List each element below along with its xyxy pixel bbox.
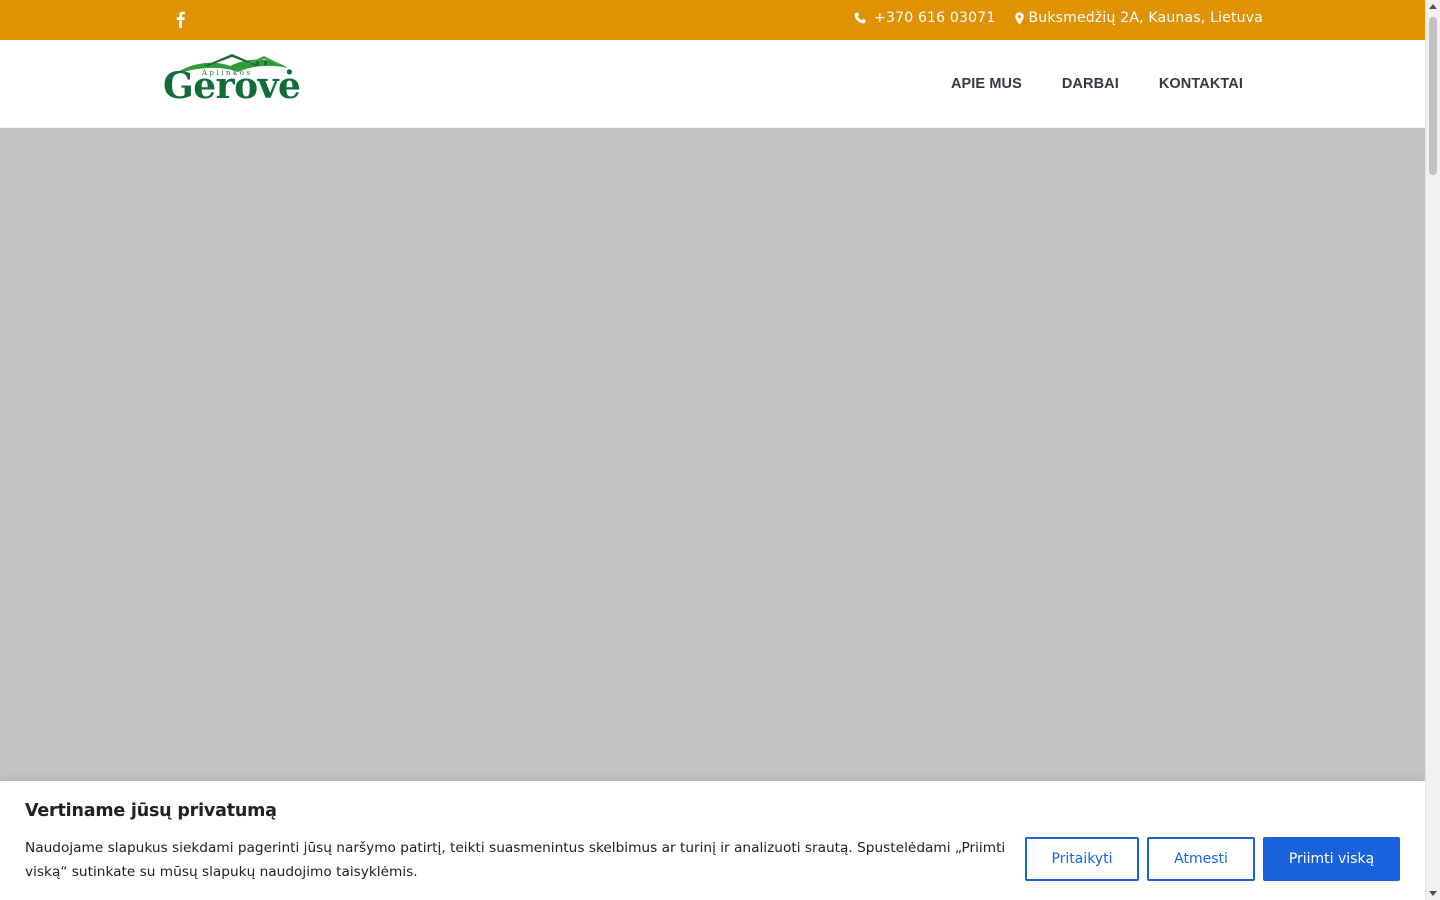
nav-item-kontaktai[interactable]: KONTAKTAI xyxy=(1159,76,1243,92)
facebook-icon[interactable] xyxy=(172,9,190,29)
top-bar: +370 616 03071 Buksmedžių 2A, Kaunas, Li… xyxy=(0,0,1425,40)
scrollbar-thumb[interactable] xyxy=(1429,17,1437,175)
cookie-banner: Vertiname jūsų privatumą Naudojame slapu… xyxy=(0,781,1425,900)
phone-contact[interactable]: +370 616 03071 xyxy=(854,10,995,26)
page-scrollbar[interactable] xyxy=(1425,0,1440,900)
map-pin-icon xyxy=(1015,11,1025,25)
accept-all-button[interactable]: Priimti viską xyxy=(1263,837,1400,881)
customize-button[interactable]: Pritaikyti xyxy=(1025,837,1139,881)
scroll-up-arrow-icon[interactable] xyxy=(1429,4,1437,9)
cookie-banner-text: Naudojame slapukus siekdami pagerinti jū… xyxy=(25,840,1006,880)
site-header: Aplinkos Gerovė APIE MUS DARBAI KONTAKTA… xyxy=(0,40,1425,128)
logo-title: Gerovė xyxy=(163,65,301,107)
reject-button[interactable]: Atmesti xyxy=(1147,837,1255,881)
contact-info: +370 616 03071 Buksmedžių 2A, Kaunas, Li… xyxy=(854,0,1263,36)
cookie-banner-title: Vertiname jūsų privatumą xyxy=(25,801,277,821)
address-contact[interactable]: Buksmedžių 2A, Kaunas, Lietuva xyxy=(1015,10,1263,26)
page: +370 616 03071 Buksmedžių 2A, Kaunas, Li… xyxy=(0,0,1425,900)
scroll-down-arrow-icon[interactable] xyxy=(1429,891,1437,896)
phone-icon xyxy=(854,12,866,24)
phone-number: +370 616 03071 xyxy=(874,10,996,26)
nav-item-apie-mus[interactable]: APIE MUS xyxy=(951,76,1022,92)
nav-item-darbai[interactable]: DARBAI xyxy=(1062,76,1119,92)
site-logo[interactable]: Aplinkos Gerovė xyxy=(160,52,301,112)
address-text: Buksmedžių 2A, Kaunas, Lietuva xyxy=(1028,10,1263,26)
main-nav: APIE MUS DARBAI KONTAKTAI xyxy=(911,40,1243,128)
